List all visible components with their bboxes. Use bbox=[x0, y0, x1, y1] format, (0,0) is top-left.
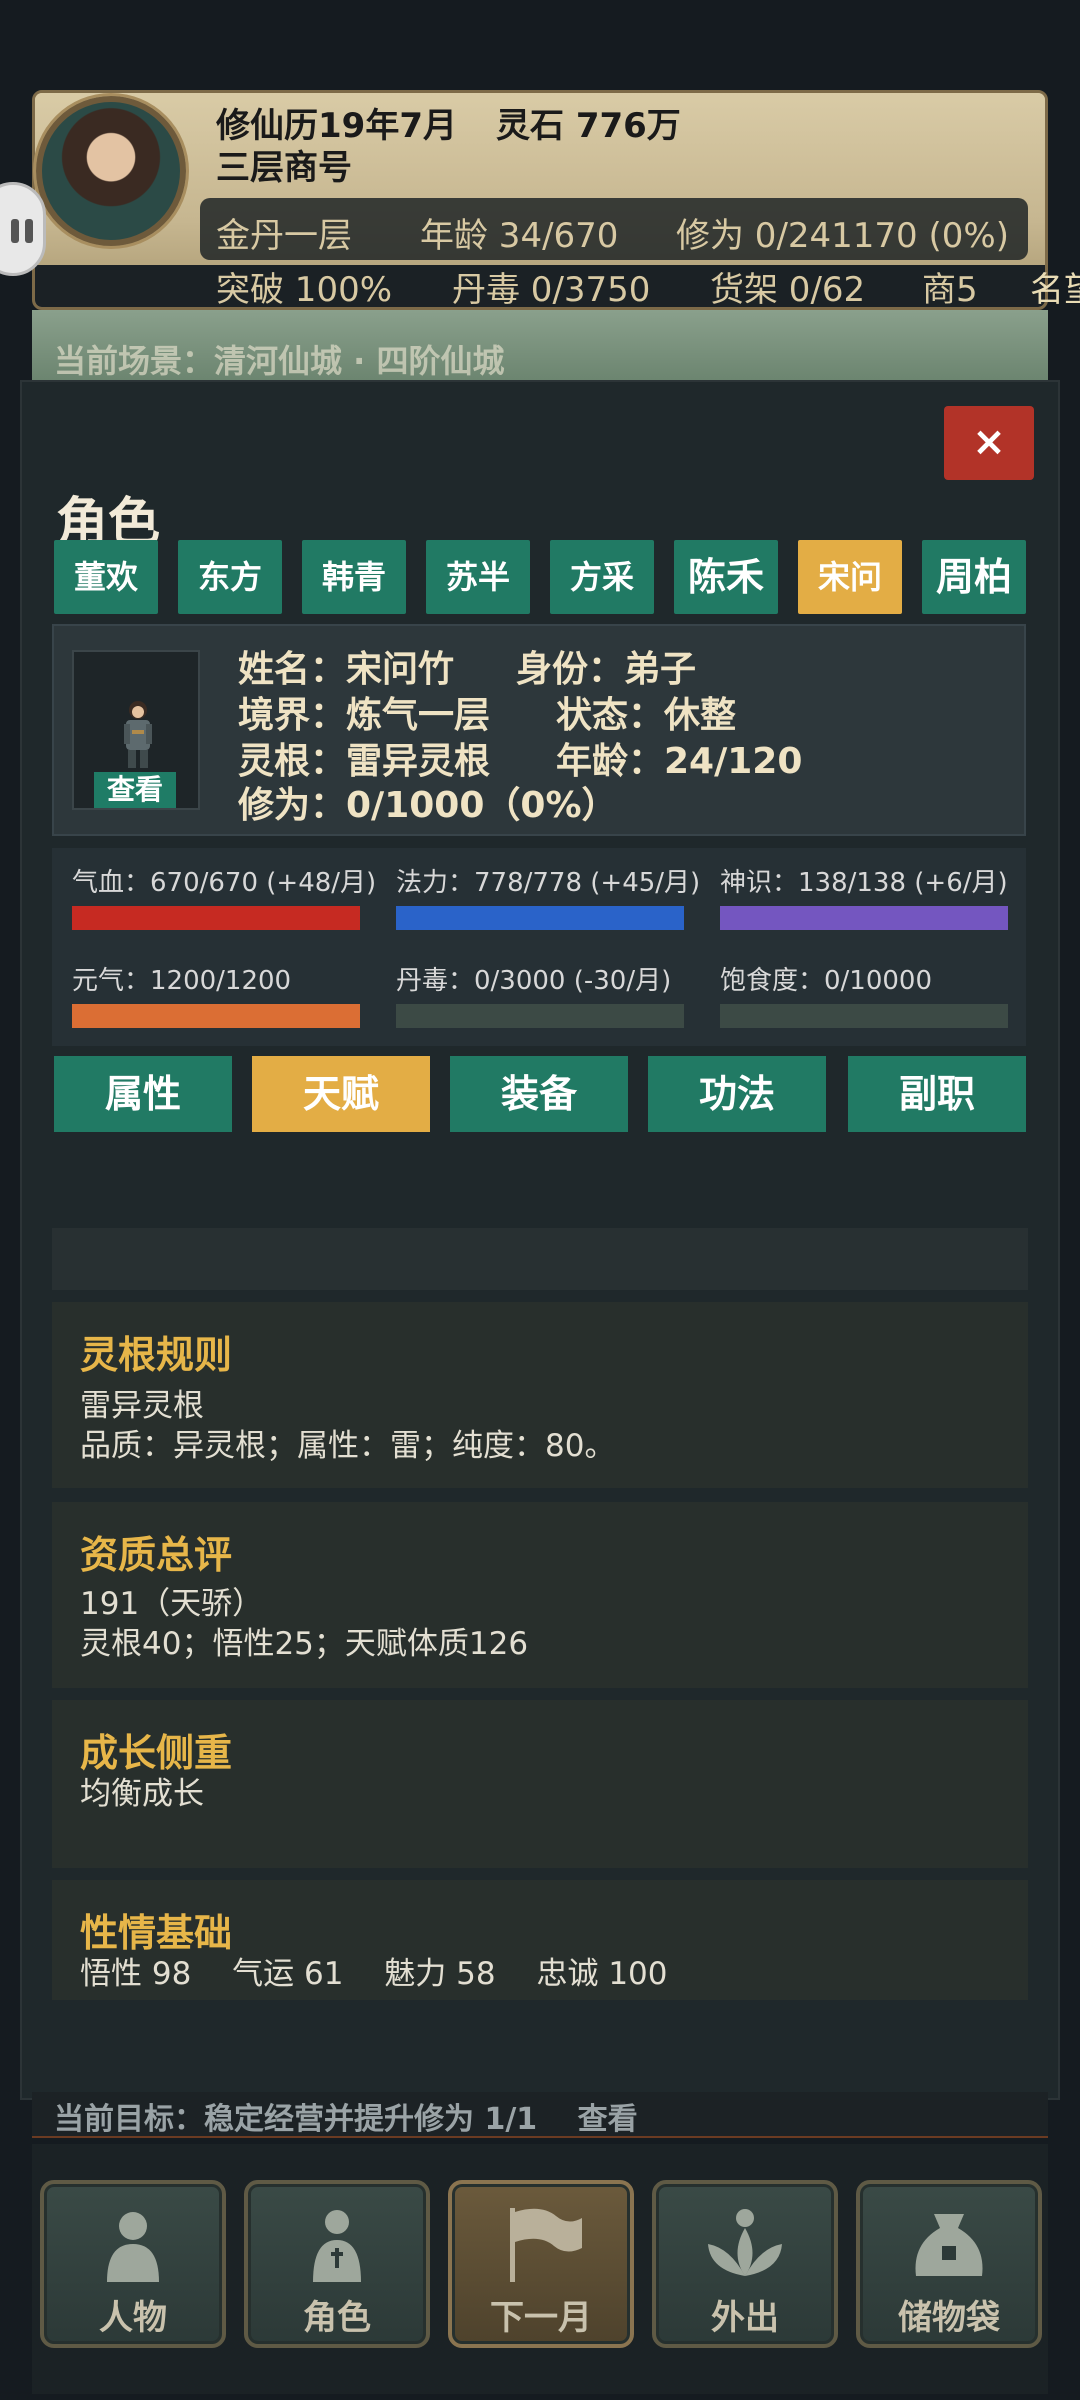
vitality-label: 元气：1200/1200 bbox=[72, 966, 292, 996]
section-line: 191（天骄） bbox=[80, 1586, 264, 1622]
lotus-icon bbox=[708, 2209, 782, 2276]
pause-icon-bar bbox=[25, 219, 33, 243]
character-tab-4[interactable]: 方采 bbox=[550, 540, 654, 614]
content-spacer bbox=[52, 1228, 1028, 1290]
section-aptitude: 资质总评 191（天骄） 灵根40；悟性25；天赋体质126 bbox=[52, 1502, 1028, 1688]
tab-side-job[interactable]: 副职 bbox=[848, 1056, 1026, 1132]
close-button[interactable]: × bbox=[944, 406, 1034, 480]
breakthrough-stat: 突破 100% bbox=[216, 270, 393, 310]
nav-character-button[interactable]: 角色 bbox=[244, 2180, 430, 2348]
bag-icon bbox=[915, 2214, 983, 2276]
section-line: 品质：异灵根；属性：雷；纯度：80。 bbox=[80, 1428, 616, 1464]
realm-stat: 金丹一层 bbox=[216, 216, 352, 256]
nav-go-out-button[interactable]: 外出 bbox=[652, 2180, 838, 2348]
hp-label: 气血：670/670 (+48/月) bbox=[72, 868, 377, 898]
hp-bar bbox=[72, 906, 360, 930]
toxin-bar bbox=[396, 1004, 684, 1028]
satiety-label: 饱食度：0/10000 bbox=[720, 966, 933, 996]
nav-label: 角色 bbox=[303, 2298, 371, 2338]
toxin-label: 丹毒：0/3000 (-30/月) bbox=[396, 966, 672, 996]
section-line: 均衡成长 bbox=[80, 1776, 204, 1812]
cultivation-stat: 修为 0/241170 (0%) bbox=[676, 216, 1009, 256]
section-spirit-root: 灵根规则 雷异灵根 品质：异灵根；属性：雷；纯度：80。 bbox=[52, 1302, 1028, 1488]
info-name: 姓名：宋问竹 bbox=[238, 649, 455, 690]
section-temperament: 性情基础 悟性 98 气运 61 魅力 58 忠诚 100 bbox=[52, 1880, 1028, 2000]
vitality-bar bbox=[72, 1004, 360, 1028]
goal-bar[interactable]: 当前目标：稳定经营并提升修为 1/1 查看 bbox=[32, 2092, 1048, 2138]
info-cultivation: 修为：0/1000（0%） bbox=[238, 785, 618, 826]
section-line: 灵根40；悟性25；天赋体质126 bbox=[80, 1626, 529, 1662]
character-sprite-icon bbox=[124, 701, 152, 768]
info-status: 状态：休整 bbox=[556, 695, 737, 736]
tab-talent[interactable]: 天赋 bbox=[252, 1056, 430, 1132]
view-portrait-button[interactable]: 查看 bbox=[94, 772, 176, 808]
scene-text: 当前场景：清河仙城 · 四阶仙城 bbox=[54, 342, 505, 380]
satiety-bar bbox=[720, 1004, 1008, 1028]
section-title: 灵根规则 bbox=[80, 1333, 233, 1377]
player-avatar[interactable] bbox=[36, 96, 186, 246]
mana-label: 法力：778/778 (+45/月) bbox=[396, 868, 701, 898]
fame-stat: 名望 bbox=[1030, 270, 1080, 310]
spirit-stones-text: 灵石 776万 bbox=[496, 106, 681, 146]
character-tab-5[interactable]: 陈禾 bbox=[674, 540, 778, 614]
section-line: 雷异灵根 bbox=[80, 1388, 204, 1424]
shelf-stat: 货架 0/62 bbox=[710, 270, 866, 310]
tab-attributes[interactable]: 属性 bbox=[54, 1056, 232, 1132]
nav-label: 外出 bbox=[711, 2298, 779, 2338]
merchant-stat: 商5 bbox=[922, 270, 978, 310]
character-tab-0[interactable]: 董欢 bbox=[54, 540, 158, 614]
character-tab-2[interactable]: 韩青 bbox=[302, 540, 406, 614]
nav-person-button[interactable]: 人物 bbox=[40, 2180, 226, 2348]
character-tab-3[interactable]: 苏半 bbox=[426, 540, 530, 614]
tab-techniques[interactable]: 功法 bbox=[648, 1056, 826, 1132]
person-icon bbox=[107, 2212, 159, 2282]
age-stat: 年龄 34/670 bbox=[420, 216, 619, 256]
tab-equipment[interactable]: 装备 bbox=[450, 1056, 628, 1132]
character-icon bbox=[313, 2210, 361, 2282]
nav-label: 储物袋 bbox=[898, 2298, 1000, 2338]
nav-label: 下一月 bbox=[490, 2298, 592, 2338]
character-tab-7[interactable]: 周柏 bbox=[922, 540, 1026, 614]
info-identity: 身份：弟子 bbox=[516, 649, 697, 690]
nav-storage-bag-button[interactable]: 储物袋 bbox=[856, 2180, 1042, 2348]
mana-bar bbox=[396, 906, 684, 930]
character-tab-1[interactable]: 东方 bbox=[178, 540, 282, 614]
section-line: 悟性 98 气运 61 魅力 58 忠诚 100 bbox=[80, 1956, 668, 1992]
flag-icon bbox=[510, 2208, 582, 2282]
pause-button[interactable] bbox=[0, 182, 46, 276]
shop-name: 三层商号 bbox=[216, 148, 352, 188]
info-realm: 境界：炼气一层 bbox=[238, 695, 491, 736]
character-tab-6[interactable]: 宋问 bbox=[798, 540, 902, 614]
spirit-sense-bar bbox=[720, 906, 1008, 930]
goal-text: 当前目标：稳定经营并提升修为 1/1 查看 bbox=[54, 2102, 638, 2137]
section-growth: 成长侧重 均衡成长 bbox=[52, 1700, 1028, 1868]
pause-icon bbox=[11, 219, 19, 243]
nav-label: 人物 bbox=[99, 2298, 167, 2338]
section-title: 资质总评 bbox=[80, 1533, 233, 1577]
scene-banner: 当前场景：清河仙城 · 四阶仙城 bbox=[32, 310, 1048, 380]
pill-toxin-stat: 丹毒 0/3750 bbox=[452, 270, 651, 310]
spirit-sense-label: 神识：138/138 (+6/月) bbox=[720, 868, 1008, 898]
nav-next-month-button[interactable]: 下一月 bbox=[448, 2180, 634, 2348]
